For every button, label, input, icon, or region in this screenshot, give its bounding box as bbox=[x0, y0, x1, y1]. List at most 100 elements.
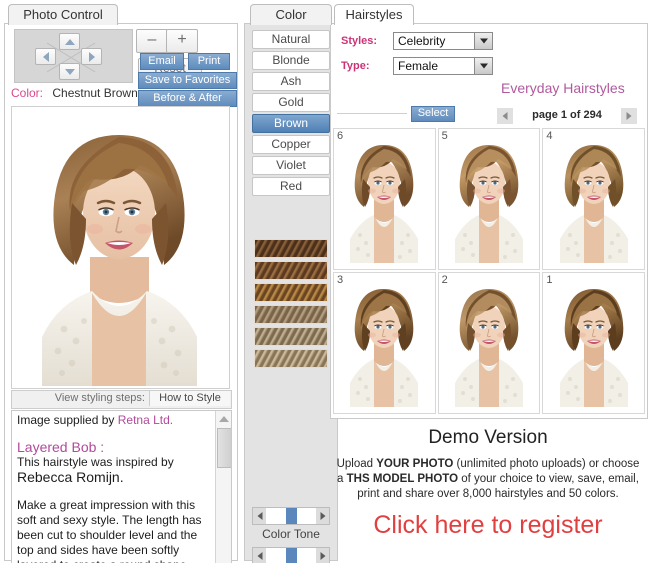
promo-ths-model-photo: THS MODEL PHOTO bbox=[346, 473, 459, 485]
type-dropdown-value: Female bbox=[398, 59, 439, 73]
styles-filter-label: Styles: bbox=[341, 35, 378, 47]
tab-photo-control[interactable]: Photo Control bbox=[8, 4, 118, 25]
zoom-in-button[interactable]: + bbox=[166, 29, 198, 53]
print-button[interactable]: Print bbox=[188, 53, 230, 70]
color-tone-decrease-button[interactable] bbox=[253, 508, 266, 524]
thumbnail-number: 6 bbox=[337, 130, 344, 142]
swatch-dark-chocolate-brown[interactable] bbox=[254, 239, 328, 258]
brightness-decrease-button[interactable] bbox=[253, 548, 266, 563]
celebrity-name: Rebecca Romijn. bbox=[17, 469, 124, 485]
hairstyle-preview-image bbox=[444, 279, 533, 407]
hairstyle-thumbnail[interactable]: 5 bbox=[437, 128, 541, 270]
style-body-text: Make a great impression with this soft a… bbox=[17, 498, 202, 563]
thumbnail-number: 2 bbox=[441, 274, 448, 286]
color-option-copper[interactable]: Copper bbox=[252, 135, 330, 154]
color-option-violet[interactable]: Violet bbox=[252, 156, 330, 175]
pan-left-button[interactable] bbox=[35, 48, 56, 65]
chevron-down-icon[interactable] bbox=[474, 33, 492, 49]
arrow-left-icon bbox=[257, 512, 262, 520]
color-option-natural[interactable]: Natural bbox=[252, 30, 330, 49]
thumbnail-number: 3 bbox=[337, 274, 344, 286]
hairstyle-thumbnail[interactable]: 4 bbox=[542, 128, 645, 270]
tab-hairstyles[interactable]: Hairstyles bbox=[334, 4, 414, 25]
chevron-down-icon[interactable] bbox=[474, 58, 492, 74]
color-tone-increase-button[interactable] bbox=[316, 508, 329, 524]
hairstyle-preview-image bbox=[549, 135, 638, 263]
promo-body: Upload YOUR PHOTO (unlimited photo uploa… bbox=[330, 457, 646, 502]
hairstyles-panel: Styles: Celebrity Type: Female Everyday … bbox=[330, 23, 648, 419]
brightness-track[interactable] bbox=[252, 547, 330, 563]
promo-line2-c: of your choice bbox=[458, 473, 533, 485]
photo-control-panel: – + Reset Email Print Save to Favorites … bbox=[4, 23, 238, 563]
styles-dropdown-value: Celebrity bbox=[398, 34, 446, 48]
divider bbox=[337, 113, 407, 114]
arrow-right-icon bbox=[320, 512, 325, 520]
color-option-ash[interactable]: Ash bbox=[252, 72, 330, 91]
arrow-right-icon bbox=[320, 552, 325, 560]
category-title: Everyday Hairstyles bbox=[501, 80, 625, 96]
brightness-increase-button[interactable] bbox=[316, 548, 329, 563]
pan-down-button[interactable] bbox=[59, 63, 80, 80]
swatch-pale-beige-brown[interactable] bbox=[254, 349, 328, 368]
promo-line1-a: Upload bbox=[336, 458, 377, 470]
promo-your-photo: YOUR PHOTO bbox=[376, 458, 454, 470]
type-dropdown[interactable]: Female bbox=[393, 57, 493, 75]
color-option-label: Natural bbox=[271, 32, 311, 46]
hairstyle-preview-image bbox=[444, 135, 533, 263]
page-indicator: page 1 of 294 bbox=[532, 109, 602, 121]
how-to-style-button[interactable]: How to Style bbox=[149, 391, 230, 406]
model-photo-main bbox=[12, 107, 227, 386]
hairstyle-thumbnail[interactable]: 2 bbox=[437, 272, 541, 414]
email-button[interactable]: Email bbox=[140, 53, 184, 70]
color-swatch-list bbox=[254, 239, 328, 371]
color-option-blonde[interactable]: Blonde bbox=[252, 51, 330, 70]
current-color-value: Chestnut Brown bbox=[52, 86, 138, 100]
swatch-light-ash-brown[interactable] bbox=[254, 305, 328, 324]
scroll-up-button[interactable] bbox=[216, 411, 231, 426]
inspired-line: This hairstyle was inspired by bbox=[17, 455, 174, 469]
color-tone-thumb[interactable] bbox=[285, 508, 297, 524]
hairstyle-thumbnail[interactable]: 1 bbox=[542, 272, 645, 414]
description-scrollbar[interactable] bbox=[215, 411, 231, 563]
page-navigation: page 1 of 294 bbox=[497, 108, 637, 124]
image-credit: Image supplied by Retna Ltd. bbox=[17, 413, 213, 428]
current-color-row: Color: Chestnut Brown bbox=[11, 86, 231, 102]
register-link[interactable]: Click here to register bbox=[330, 511, 646, 540]
pan-dpad bbox=[14, 29, 133, 83]
pan-right-button[interactable] bbox=[81, 48, 102, 65]
scrollbar-thumb[interactable] bbox=[217, 428, 231, 468]
color-option-brown[interactable]: Brown bbox=[252, 114, 330, 133]
arrow-down-icon bbox=[64, 68, 75, 75]
style-description-box: Image supplied by Retna Ltd. Layered Bob… bbox=[11, 410, 232, 563]
color-option-label: Ash bbox=[280, 74, 302, 88]
color-option-red[interactable]: Red bbox=[252, 177, 330, 196]
swatch-medium-chestnut-brown[interactable] bbox=[254, 261, 328, 280]
brightness-thumb[interactable] bbox=[285, 548, 297, 563]
styling-steps-label: View styling steps: bbox=[54, 392, 145, 404]
thumbnail-number: 1 bbox=[546, 274, 553, 286]
arrow-right-icon bbox=[88, 51, 95, 62]
color-panel: Natural Blonde Ash Gold Brown Copper Violet Red… bbox=[244, 23, 338, 563]
color-tone-track[interactable] bbox=[252, 507, 330, 525]
style-title: Layered Bob : bbox=[17, 439, 105, 455]
select-button[interactable]: Select bbox=[411, 106, 455, 122]
swatch-warm-golden-brown[interactable] bbox=[254, 283, 328, 302]
chevron-down-glyph bbox=[479, 63, 488, 69]
zoom-out-button[interactable]: – bbox=[136, 29, 168, 53]
tab-color[interactable]: Color bbox=[250, 4, 332, 25]
style-description-text: Image supplied by Retna Ltd. Layered Bob… bbox=[17, 413, 213, 563]
styles-dropdown[interactable]: Celebrity bbox=[393, 32, 493, 50]
model-photo-stage[interactable] bbox=[11, 106, 230, 389]
color-option-gold[interactable]: Gold bbox=[252, 93, 330, 112]
swatch-soft-mushroom-brown[interactable] bbox=[254, 327, 328, 346]
hairstyle-studio-app: Photo Control – + R bbox=[0, 0, 650, 563]
next-page-button[interactable] bbox=[621, 108, 637, 124]
hairstyle-thumbnail-grid: 6 5 4 3 2 1 bbox=[333, 128, 645, 414]
color-option-label: Gold bbox=[278, 95, 304, 109]
pan-up-button[interactable] bbox=[59, 33, 80, 50]
promo-line1-c: (unlimited photo uploads) bbox=[453, 458, 586, 470]
arrow-up-icon bbox=[64, 38, 75, 45]
hairstyle-thumbnail[interactable]: 6 bbox=[333, 128, 436, 270]
hairstyle-thumbnail[interactable]: 3 bbox=[333, 272, 436, 414]
photo-controls-area: – + Reset Email Print Save to Favorites … bbox=[10, 27, 237, 107]
